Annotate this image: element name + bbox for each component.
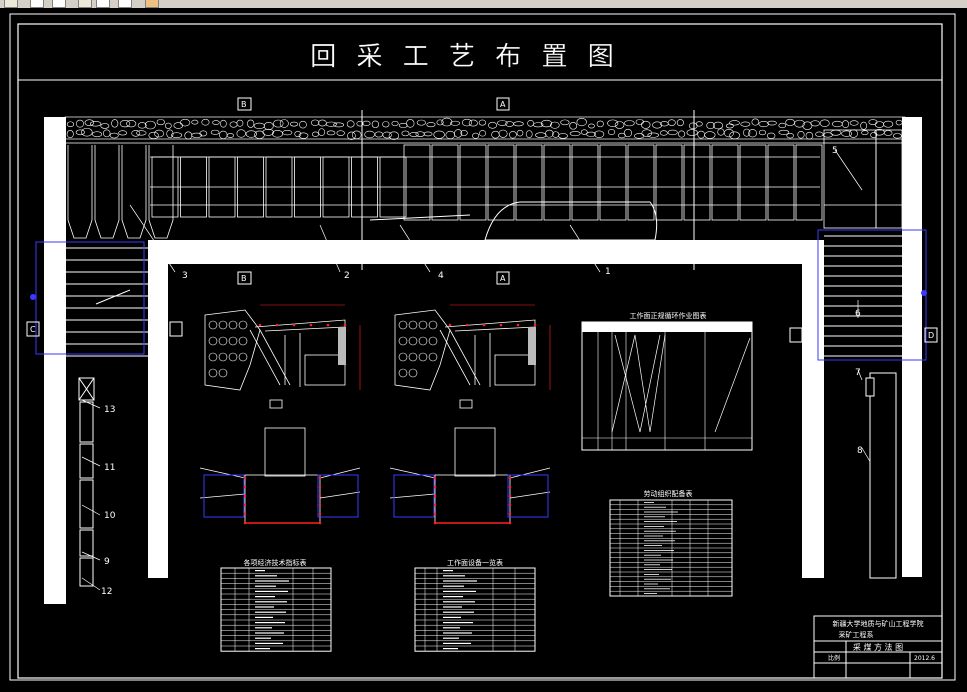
labor-table-title: 劳动组织配备表 bbox=[644, 489, 693, 498]
title-block-school: 新疆大学地质与矿山工程学院 bbox=[833, 619, 924, 628]
right-drive-unit bbox=[865, 377, 875, 397]
callout-12: 12 bbox=[101, 587, 112, 597]
process-schedule-chart: 工作面正规循环作业图表 bbox=[581, 311, 753, 451]
save-icon[interactable] bbox=[78, 0, 92, 8]
title-block-drawing-name: 采 煤 方 法 图 bbox=[853, 642, 903, 652]
section-label-bottom-mid: A bbox=[500, 274, 506, 283]
title-block-date: 2012.6 bbox=[914, 655, 935, 662]
edit-icon[interactable] bbox=[96, 0, 110, 8]
section-label-top-left: B bbox=[241, 100, 247, 109]
callout-leaders bbox=[81, 149, 876, 591]
drawing-title: 回 采 工 艺 布 置 图 bbox=[310, 42, 620, 72]
roadway-plan-1 bbox=[199, 399, 361, 525]
tech-table-title: 各项经济技术指标表 bbox=[244, 558, 307, 567]
callout-3: 3 bbox=[182, 271, 188, 281]
callout-5: 5 bbox=[832, 146, 838, 156]
hydraulic-supports bbox=[65, 129, 905, 239]
open-icon[interactable] bbox=[52, 0, 66, 8]
callout-7: 7 bbox=[855, 368, 861, 378]
equipment-train bbox=[78, 377, 95, 587]
conveyor-line bbox=[369, 214, 471, 221]
cad-drawing: 回 采 工 艺 布 置 图 B A B A C D 3 2 4 1 5 6 7 … bbox=[9, 13, 956, 681]
marker-right bbox=[921, 290, 927, 296]
marker-left bbox=[30, 294, 36, 300]
section-label-bottom-left: B bbox=[241, 274, 247, 283]
section-label-left: C bbox=[30, 325, 36, 334]
callout-2: 2 bbox=[344, 271, 350, 281]
equipment-list-table: 工作面设备一览表 bbox=[414, 558, 536, 652]
roadway-plan-2 bbox=[389, 399, 551, 525]
rock-band bbox=[64, 116, 906, 140]
new-icon[interactable] bbox=[30, 0, 44, 8]
callout-10: 10 bbox=[104, 511, 116, 521]
labor-table: 劳动组织配备表 bbox=[609, 489, 733, 597]
tech-indicator-table: 各项经济技术指标表 bbox=[220, 558, 332, 652]
right-belt-conveyor bbox=[869, 372, 897, 579]
left-pillar-lines bbox=[66, 247, 148, 357]
equipment-table-title: 工作面设备一览表 bbox=[447, 558, 503, 567]
callout-9: 9 bbox=[104, 557, 110, 567]
callout-8: 8 bbox=[857, 446, 863, 456]
cad-toolbar bbox=[0, 0, 967, 8]
title-block-dept: 采矿工程系 bbox=[839, 630, 874, 639]
callout-numbers: 3 2 4 1 5 6 7 8 9 10 11 12 13 bbox=[101, 146, 863, 597]
roadway bbox=[44, 117, 922, 604]
select-arrow-icon[interactable] bbox=[4, 0, 18, 8]
callout-13: 13 bbox=[104, 405, 115, 415]
callout-1: 1 bbox=[605, 267, 611, 277]
section-label-right: D bbox=[928, 331, 934, 340]
callout-6: 6 bbox=[855, 309, 861, 319]
support-section-2 bbox=[394, 304, 551, 391]
callout-4: 4 bbox=[438, 271, 444, 281]
section-label-top-mid: A bbox=[500, 100, 506, 109]
shearer-outline bbox=[484, 201, 658, 241]
callout-11: 11 bbox=[104, 463, 115, 473]
cursor-icon[interactable] bbox=[118, 0, 132, 8]
process-schedule-title: 工作面正规循环作业图表 bbox=[630, 311, 707, 320]
right-pillar-lines bbox=[824, 235, 902, 357]
support-section-1 bbox=[204, 304, 361, 391]
paint-icon[interactable] bbox=[145, 0, 159, 8]
title-block-scale: 比例 bbox=[828, 654, 840, 662]
drawing-canvas[interactable]: 回 采 工 艺 布 置 图 B A B A C D 3 2 4 1 5 6 7 … bbox=[0, 8, 967, 688]
